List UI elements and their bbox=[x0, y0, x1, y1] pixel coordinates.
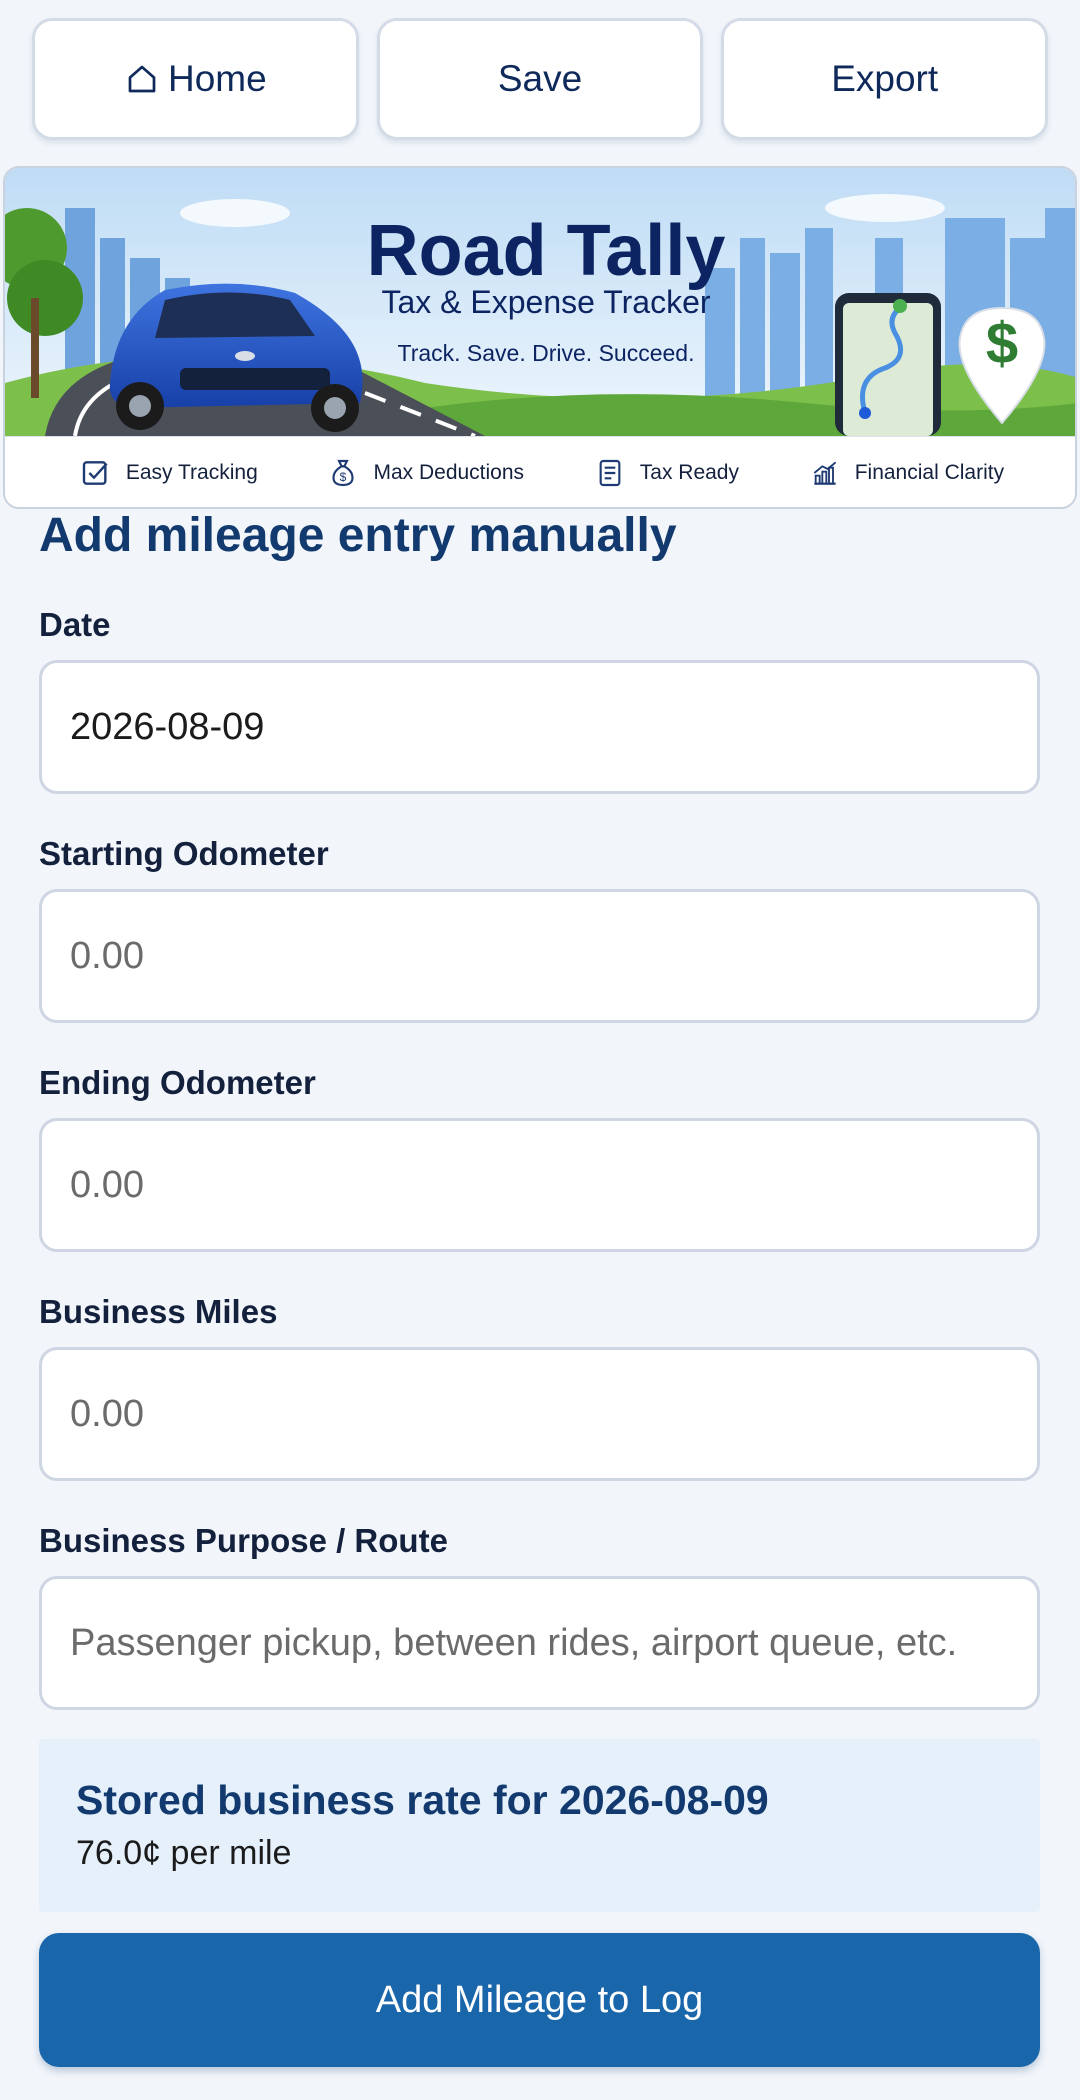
growth-chart-icon bbox=[813, 461, 836, 485]
date-field[interactable] bbox=[39, 660, 1040, 794]
add-mileage-button[interactable]: Add Mileage to Log bbox=[39, 1933, 1040, 2067]
ending-odometer-input[interactable] bbox=[39, 1118, 1040, 1252]
svg-text:$: $ bbox=[340, 470, 347, 484]
business-purpose-label: Business Purpose / Route bbox=[39, 1522, 448, 1559]
app-subtitle: Tax & Expense Tracker bbox=[381, 284, 711, 320]
date-label: Date bbox=[39, 606, 111, 643]
money-bag-icon: $ bbox=[332, 459, 355, 487]
feature-label: Financial Clarity bbox=[854, 461, 1005, 484]
feature-strip: Easy Tracking $ Max Deductions Tax Ready bbox=[5, 436, 1075, 507]
starting-odometer-input[interactable] bbox=[39, 889, 1040, 1023]
home-button-label: Home bbox=[167, 58, 267, 99]
home-button[interactable]: Home bbox=[32, 18, 359, 140]
rate-value: 76.0¢ per mile bbox=[76, 1834, 292, 1872]
save-button-label: Save bbox=[497, 58, 583, 99]
export-button-label: Export bbox=[831, 58, 939, 99]
starting-odometer-label: Starting Odometer bbox=[39, 835, 329, 872]
feature-label: Tax Ready bbox=[639, 461, 739, 484]
form-title: Add mileage entry manually bbox=[39, 509, 677, 562]
feature-label: Easy Tracking bbox=[125, 461, 258, 484]
business-miles-input[interactable] bbox=[39, 1347, 1040, 1481]
feature-financial-clarity: Financial Clarity bbox=[809, 457, 1004, 489]
document-icon bbox=[599, 459, 621, 487]
app-tagline: Track. Save. Drive. Succeed. bbox=[397, 340, 695, 366]
feature-max-deductions: $ Max Deductions bbox=[327, 457, 524, 489]
checkbox-icon bbox=[82, 461, 108, 485]
save-button[interactable]: Save bbox=[376, 18, 704, 140]
rate-info-box: Stored business rate for 2026-08-09 76.0… bbox=[39, 1739, 1040, 1912]
home-icon bbox=[128, 65, 156, 93]
business-purpose-input[interactable] bbox=[39, 1576, 1040, 1710]
app-title: Road Tally bbox=[366, 211, 726, 291]
feature-tax-ready: Tax Ready bbox=[594, 457, 739, 489]
export-button[interactable]: Export bbox=[721, 18, 1049, 140]
feature-easy-tracking: Easy Tracking bbox=[80, 457, 258, 489]
rate-title: Stored business rate for 2026-08-09 bbox=[76, 1777, 769, 1823]
business-miles-label: Business Miles bbox=[39, 1293, 278, 1330]
app-banner: $ Road Tally Tax & Expense Tracker Track… bbox=[3, 166, 1077, 509]
ending-odometer-label: Ending Odometer bbox=[39, 1064, 316, 1101]
feature-label: Max Deductions bbox=[373, 461, 525, 484]
top-nav: Home Save Export bbox=[32, 18, 1049, 140]
